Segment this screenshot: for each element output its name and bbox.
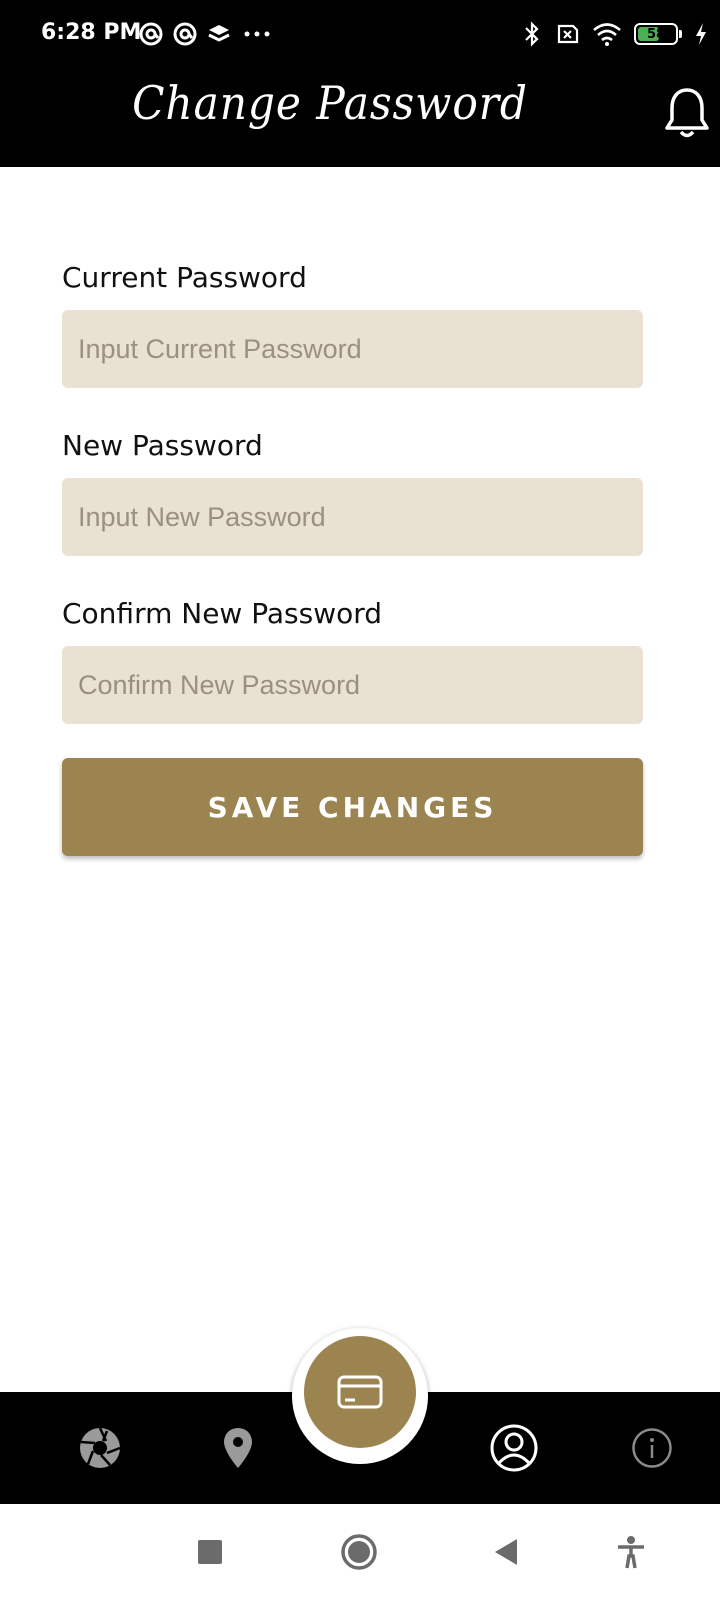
- more-dots-icon: [244, 31, 270, 37]
- location-pin-icon: [224, 1428, 252, 1468]
- new-password-input[interactable]: [62, 478, 643, 556]
- battery-nub: [679, 30, 682, 38]
- bell-icon[interactable]: [662, 86, 712, 140]
- stop-icon: [198, 1540, 222, 1564]
- page-title: Change Password: [132, 76, 528, 130]
- card-icon: [337, 1375, 383, 1409]
- confirm-password-label: Confirm New Password: [62, 597, 383, 630]
- status-bar: 6:28 PM 58: [0, 0, 720, 68]
- battery-indicator: 58: [634, 23, 682, 45]
- nav-item-info[interactable]: [612, 1392, 692, 1504]
- app-header: Change Password: [0, 68, 720, 167]
- system-nav: [0, 1504, 720, 1600]
- status-left-icons: [138, 20, 274, 48]
- layers-icon: [208, 25, 230, 42]
- no-sim-icon: [557, 24, 579, 44]
- status-time: 6:28 PM: [41, 20, 142, 45]
- aperture-icon: [80, 1427, 121, 1468]
- nav-item-card[interactable]: [304, 1336, 416, 1448]
- confirm-password-group: Confirm New Password: [62, 594, 643, 724]
- recent-apps-button[interactable]: [180, 1522, 240, 1582]
- new-password-group: New Password: [62, 426, 643, 556]
- change-password-form: Current Password New Password Confirm Ne…: [62, 258, 643, 724]
- bluetooth-icon: [525, 21, 539, 47]
- current-password-input[interactable]: [62, 310, 643, 388]
- nav-item-profile[interactable]: [474, 1392, 554, 1504]
- charging-icon: [696, 23, 706, 45]
- at-sign-icon: [139, 22, 163, 46]
- home-button[interactable]: [329, 1522, 389, 1582]
- info-icon: [632, 1428, 672, 1468]
- status-right-icons: 58: [522, 20, 708, 48]
- confirm-password-input[interactable]: [62, 646, 643, 724]
- new-password-label: New Password: [62, 429, 263, 462]
- battery-icon: 58: [634, 23, 678, 45]
- accessibility-button[interactable]: [601, 1522, 661, 1582]
- current-password-group: Current Password: [62, 258, 643, 388]
- save-changes-button[interactable]: SAVE CHANGES: [62, 758, 643, 856]
- current-password-label: Current Password: [62, 261, 307, 294]
- wifi-icon: [593, 23, 621, 46]
- profile-icon: [490, 1424, 538, 1472]
- back-icon: [495, 1539, 517, 1565]
- nav-item-gallery[interactable]: [60, 1392, 140, 1504]
- home-icon: [341, 1534, 377, 1570]
- accessibility-icon: [618, 1536, 644, 1569]
- at-sign-icon: [173, 22, 197, 46]
- nav-item-location[interactable]: [198, 1392, 278, 1504]
- battery-level: 58: [646, 26, 666, 42]
- back-button[interactable]: [476, 1522, 536, 1582]
